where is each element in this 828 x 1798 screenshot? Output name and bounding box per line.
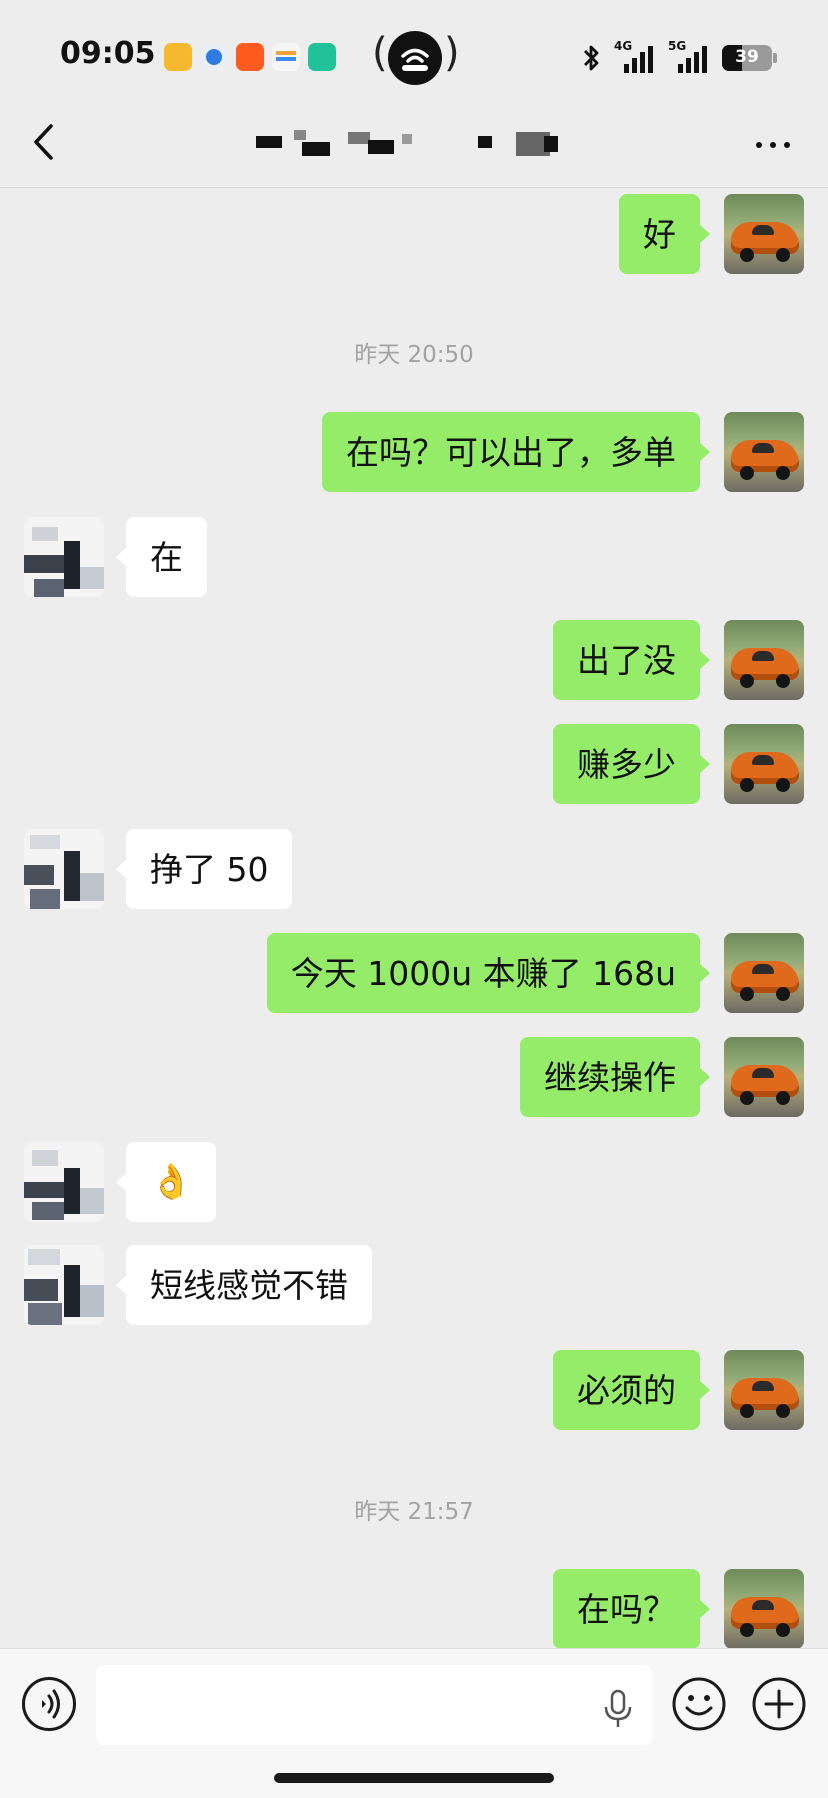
video-app-icon — [236, 43, 264, 71]
message-bubble-sent[interactable]: 今天 1000u 本赚了 168u — [266, 933, 700, 1013]
more-icon — [756, 142, 762, 148]
self-avatar[interactable] — [724, 933, 804, 1013]
contact-avatar[interactable] — [24, 1245, 104, 1325]
chat-header — [0, 100, 828, 188]
message-list[interactable]: 好 昨天 20:50 在吗？可以出了，多单 在 出了没 赚多少 挣了 50 今天… — [0, 188, 828, 1648]
message-bubble-sent[interactable]: 出了没 — [553, 620, 700, 700]
add-button[interactable] — [750, 1675, 808, 1733]
message-bubble-sent[interactable]: 继续操作 — [520, 1037, 700, 1117]
message-bubble-received[interactable]: 在 — [126, 517, 207, 597]
back-button[interactable] — [20, 116, 70, 168]
input-bar — [0, 1648, 828, 1798]
battery-icon: 39 — [722, 45, 777, 71]
hotspot-icon — [388, 31, 442, 85]
ok-hand-emoji: 👌 — [150, 1162, 193, 1202]
self-avatar[interactable] — [724, 1569, 804, 1648]
self-avatar[interactable] — [724, 1350, 804, 1430]
timestamp: 昨天 20:50 — [354, 342, 474, 368]
cell-signal-2: 5G — [668, 39, 710, 73]
message-bubble-sent[interactable]: 必须的 — [553, 1350, 700, 1430]
self-avatar[interactable] — [724, 412, 804, 492]
self-avatar[interactable] — [724, 1037, 804, 1117]
voice-icon — [42, 1689, 60, 1719]
status-bar: 09:05 ( ) 4G 5G 39 — [0, 0, 828, 100]
bluetooth-icon — [584, 45, 599, 71]
contact-avatar[interactable] — [24, 829, 104, 909]
plus-circle-icon — [752, 1677, 806, 1731]
self-avatar[interactable] — [724, 194, 804, 274]
message-bubble-sent[interactable]: 在吗？可以出了，多单 — [322, 412, 700, 492]
contact-name-redacted — [250, 126, 580, 162]
contact-avatar[interactable] — [24, 1142, 104, 1222]
home-indicator[interactable] — [274, 1773, 554, 1783]
notes-app-icon — [164, 43, 192, 71]
message-bubble-sent[interactable]: 好 — [619, 194, 700, 274]
emoji-icon — [672, 1677, 726, 1731]
message-bubble-sent[interactable]: 赚多少 — [553, 724, 700, 804]
voice-button[interactable] — [22, 1677, 76, 1731]
status-time: 09:05 — [60, 36, 156, 71]
chevron-left-icon — [34, 124, 53, 160]
message-input[interactable] — [96, 1665, 652, 1745]
more-button[interactable] — [748, 130, 798, 160]
self-avatar[interactable] — [724, 724, 804, 804]
message-bubble-received[interactable]: 短线感觉不错 — [126, 1245, 372, 1325]
message-bubble-received[interactable]: 👌 — [126, 1142, 217, 1222]
message-bubble-received[interactable]: 挣了 50 — [126, 829, 293, 909]
microphone-icon[interactable] — [600, 1689, 636, 1729]
system-status: 4G 5G 39 — [580, 39, 777, 76]
message-bubble-sent[interactable]: 在吗？ — [553, 1569, 700, 1648]
hotspot-indicator: ( ) — [372, 30, 460, 86]
self-avatar[interactable] — [724, 620, 804, 700]
emoji-button[interactable] — [670, 1675, 728, 1733]
wallet-app-icon — [272, 43, 300, 71]
home-app-icon — [308, 43, 336, 71]
timestamp: 昨天 21:57 — [354, 1499, 474, 1525]
cell-signal-1: 4G — [614, 39, 656, 73]
browser-app-icon — [200, 43, 228, 71]
contact-avatar[interactable] — [24, 517, 104, 597]
